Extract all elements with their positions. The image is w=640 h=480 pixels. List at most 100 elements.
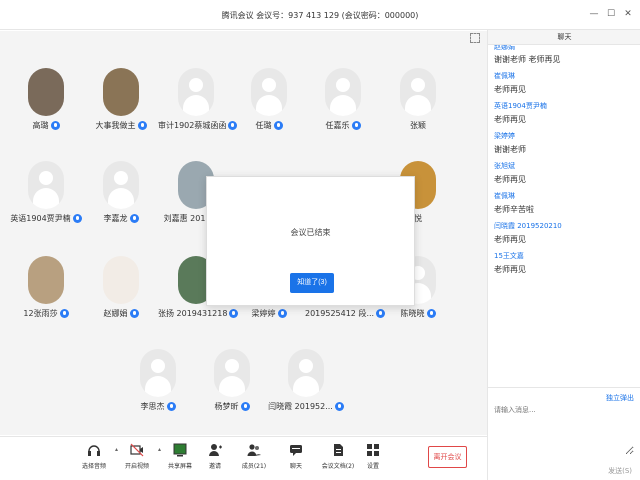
audio-button[interactable]: 选择音频 ▴ <box>74 443 118 479</box>
participant-tile[interactable]: 12张雨莎 <box>8 256 84 336</box>
participant-tile[interactable]: 高璐 <box>8 68 84 148</box>
participant-name: 大事我做主 <box>95 121 136 130</box>
chat-text: 老师再见 <box>494 265 526 274</box>
chat-message-list[interactable]: 赵娜娟 谢谢老师 老师再见 崔佩琳 老师再见 英语1904贾尹楠 老师再见 梁婷… <box>488 45 640 385</box>
mic-icon <box>240 402 250 411</box>
chat-message: 梁婷婷 谢谢老师 <box>488 129 640 159</box>
default-avatar-icon <box>288 349 324 397</box>
headset-icon <box>88 445 100 456</box>
participant-name: 陈晓晓 <box>400 309 425 318</box>
chat-panel: 聊天 赵娜娟 谢谢老师 老师再见 崔佩琳 老师再见 英语1904贾尹楠 老师再见… <box>487 30 640 480</box>
participant-tile[interactable]: 任璐 <box>231 68 307 148</box>
window-title: 腾讯会议 会议号：937 413 129 (会议密码：000000) <box>221 11 419 20</box>
participant-tile[interactable]: 大事我做主 <box>83 68 159 148</box>
participant-tile[interactable]: 李嘉龙 <box>83 161 159 241</box>
settings-label: 设置 <box>366 463 379 470</box>
chat-sender: 英语1904贾尹楠 <box>494 102 547 110</box>
participant-avatar <box>103 68 139 116</box>
chat-message: 15王文嘉 老师再见 <box>488 249 640 279</box>
chat-text: 老师再见 <box>494 85 526 94</box>
participant-avatar <box>28 256 64 304</box>
members-button[interactable]: 成员(21) <box>234 443 274 479</box>
meeting-docs-label: 会议文档(2) <box>321 463 355 470</box>
chat-sender: 张旭斌 <box>494 162 515 170</box>
invite-label: 邀请 <box>208 463 221 470</box>
chat-sender: 崔佩琳 <box>494 192 515 200</box>
minimize-button[interactable]: — <box>588 8 600 20</box>
invite-icon <box>209 444 222 456</box>
send-button[interactable]: 发送(S) <box>608 466 632 476</box>
participant-name: 2019525412 段... <box>305 309 375 318</box>
default-avatar-icon <box>28 161 64 209</box>
chat-label: 聊天 <box>289 463 302 470</box>
participant-name: 张颖 <box>410 121 426 130</box>
meeting-docs-button[interactable]: 会议文档(2) <box>318 443 358 479</box>
meeting-ended-dialog: 会议已结束 知道了(3) <box>206 176 415 306</box>
participant-name: 12张雨莎 <box>23 309 58 318</box>
chat-sender: 梁婷婷 <box>494 132 515 140</box>
participant-tile[interactable]: 审计1902蔡城函函 <box>158 68 238 148</box>
chat-text: 谢谢老师 老师再见 <box>494 55 561 64</box>
participant-tile[interactable]: 李思杰 <box>120 349 196 429</box>
share-screen-button[interactable]: 共享屏幕 <box>160 443 200 479</box>
mic-icon <box>59 309 69 318</box>
title-bar: 腾讯会议 会议号：937 413 129 (会议密码：000000) — ☐ ✕ <box>0 0 640 30</box>
settings-icon <box>367 444 379 456</box>
mic-icon <box>129 214 139 223</box>
mic-icon <box>50 121 60 130</box>
popout-chat-link[interactable]: 独立弹出 <box>606 393 634 403</box>
participant-tile[interactable]: 赵娜娟 <box>83 256 159 336</box>
participant-tile[interactable]: 杨梦昕 <box>194 349 270 429</box>
participant-tile[interactable]: 张颖 <box>380 68 456 148</box>
fullscreen-icon[interactable] <box>470 33 480 43</box>
default-avatar-icon <box>325 68 361 116</box>
chat-button[interactable]: 聊天 <box>276 443 316 479</box>
mic-icon <box>351 121 361 130</box>
mic-icon <box>426 309 436 318</box>
mic-icon <box>334 402 344 411</box>
leave-meeting-button[interactable]: 离开会议 <box>428 446 467 468</box>
share-screen-label: 共享屏幕 <box>167 463 192 470</box>
video-button[interactable]: 开启视频 ▴ <box>117 443 161 479</box>
participant-name: 任嘉乐 <box>325 121 350 130</box>
participant-avatar <box>28 68 64 116</box>
close-button[interactable]: ✕ <box>622 8 634 20</box>
chat-sender: 赵娜娟 <box>494 45 515 51</box>
chat-text: 老师再见 <box>494 115 526 124</box>
members-label: 成员(21) <box>241 463 267 470</box>
mic-icon <box>72 214 82 223</box>
participant-name: 高璐 <box>32 121 49 130</box>
mic-icon <box>277 309 287 318</box>
participant-name: 张扬 2019431218 <box>158 309 228 318</box>
chat-title: 聊天 <box>488 30 640 45</box>
chat-text: 老师再见 <box>494 175 526 184</box>
document-icon <box>334 444 343 456</box>
participant-tile[interactable]: 任嘉乐 <box>305 68 381 148</box>
dialog-ok-button[interactable]: 知道了(3) <box>290 273 334 293</box>
chat-sender: 闫晓霞 2019520210 <box>494 222 562 230</box>
participant-name: 任璐 <box>255 121 272 130</box>
default-avatar-icon <box>178 68 214 116</box>
meeting-toolbar: 选择音频 ▴ 开启视频 ▴ 共享屏幕 邀请 成员(21) 聊天 会议文档(2) … <box>0 436 487 480</box>
default-avatar-icon <box>214 349 250 397</box>
chat-sender: 崔佩琳 <box>494 72 515 80</box>
video-label: 开启视频 <box>124 463 149 470</box>
chat-input[interactable] <box>494 405 634 455</box>
invite-button[interactable]: 邀请 <box>195 443 235 479</box>
mic-icon <box>166 402 176 411</box>
mic-icon <box>129 309 139 318</box>
maximize-button[interactable]: ☐ <box>605 8 617 20</box>
participant-name: 李嘉龙 <box>103 214 128 223</box>
participant-tile[interactable]: 英语1904贾尹楠 <box>8 161 84 241</box>
chat-message: 张旭斌 老师再见 <box>488 159 640 189</box>
mic-icon <box>137 121 147 130</box>
settings-button[interactable]: 设置 <box>353 443 393 479</box>
chat-message: 崔佩琳 老师再见 <box>488 69 640 99</box>
default-avatar-icon <box>251 68 287 116</box>
chat-text: 老师再见 <box>494 235 526 244</box>
camera-off-icon <box>130 443 144 457</box>
participant-tile[interactable]: 闫晓霞 201952... <box>268 349 344 429</box>
screen-share-icon <box>173 443 187 457</box>
mic-icon <box>273 121 283 130</box>
default-avatar-icon <box>140 349 176 397</box>
